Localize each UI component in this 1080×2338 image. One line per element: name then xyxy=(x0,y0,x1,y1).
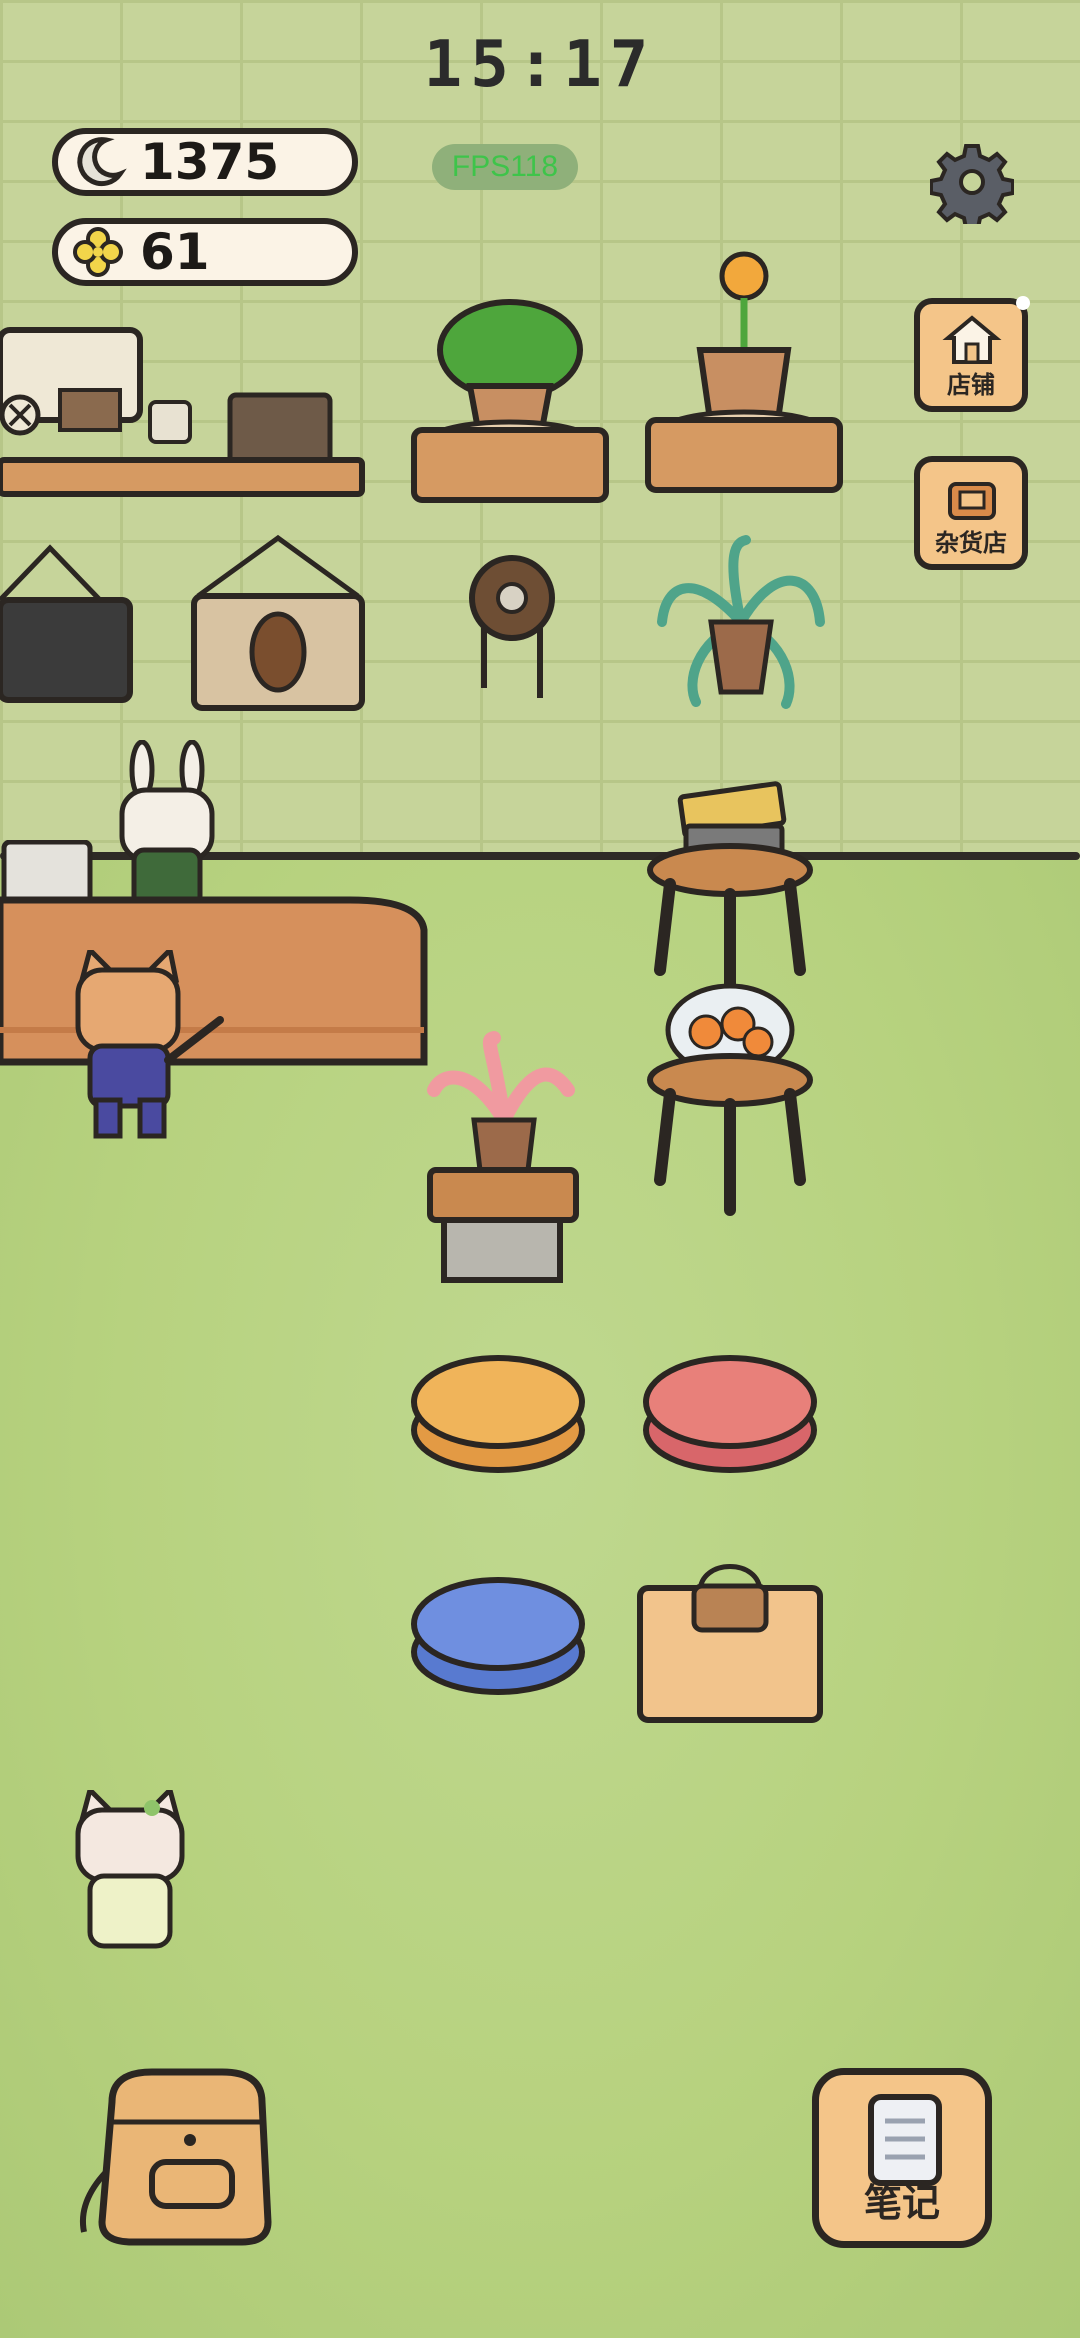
shop-button-label: 店铺 xyxy=(947,371,995,399)
stool-with-orange-bowl[interactable] xyxy=(640,980,820,1240)
game-scene: 15:17 1375 61 FPS118 店铺 杂货店 笔记 xyxy=(0,0,1080,2338)
clover-icon xyxy=(73,227,123,277)
grocery-store-icon xyxy=(948,482,996,520)
wall-clock-ornament xyxy=(469,555,555,698)
notebook-icon xyxy=(868,2094,942,2186)
moon-icon xyxy=(77,137,127,187)
stool-with-books[interactable] xyxy=(640,780,820,1000)
clover-currency-value: 61 xyxy=(140,223,210,281)
backpack-icon[interactable] xyxy=(72,2062,282,2252)
shop-button[interactable]: 店铺 xyxy=(914,296,1030,412)
orange-cushion[interactable] xyxy=(408,1350,588,1480)
notes-button[interactable]: 笔记 xyxy=(812,2068,992,2248)
fps-indicator: FPS118 xyxy=(432,144,578,190)
grocery-store-label: 杂货店 xyxy=(935,529,1007,557)
grocery-store-button[interactable]: 杂货店 xyxy=(914,456,1028,570)
notification-dot xyxy=(1016,296,1030,310)
pink-plant-table[interactable] xyxy=(424,1030,584,1290)
moon-currency-counter: 1375 xyxy=(52,128,358,196)
potted-plant-shelf[interactable] xyxy=(410,290,610,520)
hanging-spider-plant xyxy=(657,535,825,709)
shop-house-icon xyxy=(942,315,1002,364)
clover-currency-counter: 61 xyxy=(52,218,358,286)
visitor-cat[interactable] xyxy=(72,1790,192,1960)
potted-flower-shelf[interactable] xyxy=(644,240,844,510)
moon-currency-value: 1375 xyxy=(140,133,280,191)
picnic-mat-basket[interactable] xyxy=(636,1552,826,1728)
cat-waiter[interactable] xyxy=(70,950,230,1140)
gear-icon[interactable] xyxy=(930,140,1014,224)
coffee-counter-shelf[interactable] xyxy=(0,290,370,500)
coffee-bean-frame xyxy=(191,534,365,711)
game-clock: 15:17 xyxy=(423,28,657,102)
red-cushion[interactable] xyxy=(640,1350,820,1480)
blue-cushion[interactable] xyxy=(408,1572,588,1702)
chalkboard-sign xyxy=(0,544,133,703)
